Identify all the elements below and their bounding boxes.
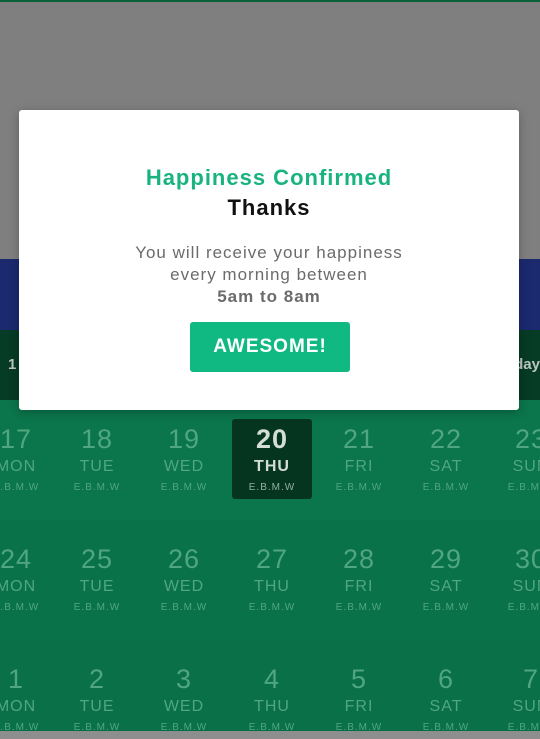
- dialog-message-line: every morning between: [170, 265, 368, 284]
- dialog-time-range: 5am to 8am: [217, 287, 321, 306]
- dialog-subtitle: Thanks: [227, 195, 311, 220]
- awesome-button[interactable]: AWESOME!: [190, 322, 350, 372]
- dialog-message: You will receive your happiness every mo…: [19, 242, 519, 308]
- confirmation-dialog: Happiness Confirmed Thanks You will rece…: [19, 110, 519, 410]
- dialog-title: Happiness Confirmed: [145, 165, 393, 190]
- dialog-message-line: You will receive your happiness: [135, 243, 403, 262]
